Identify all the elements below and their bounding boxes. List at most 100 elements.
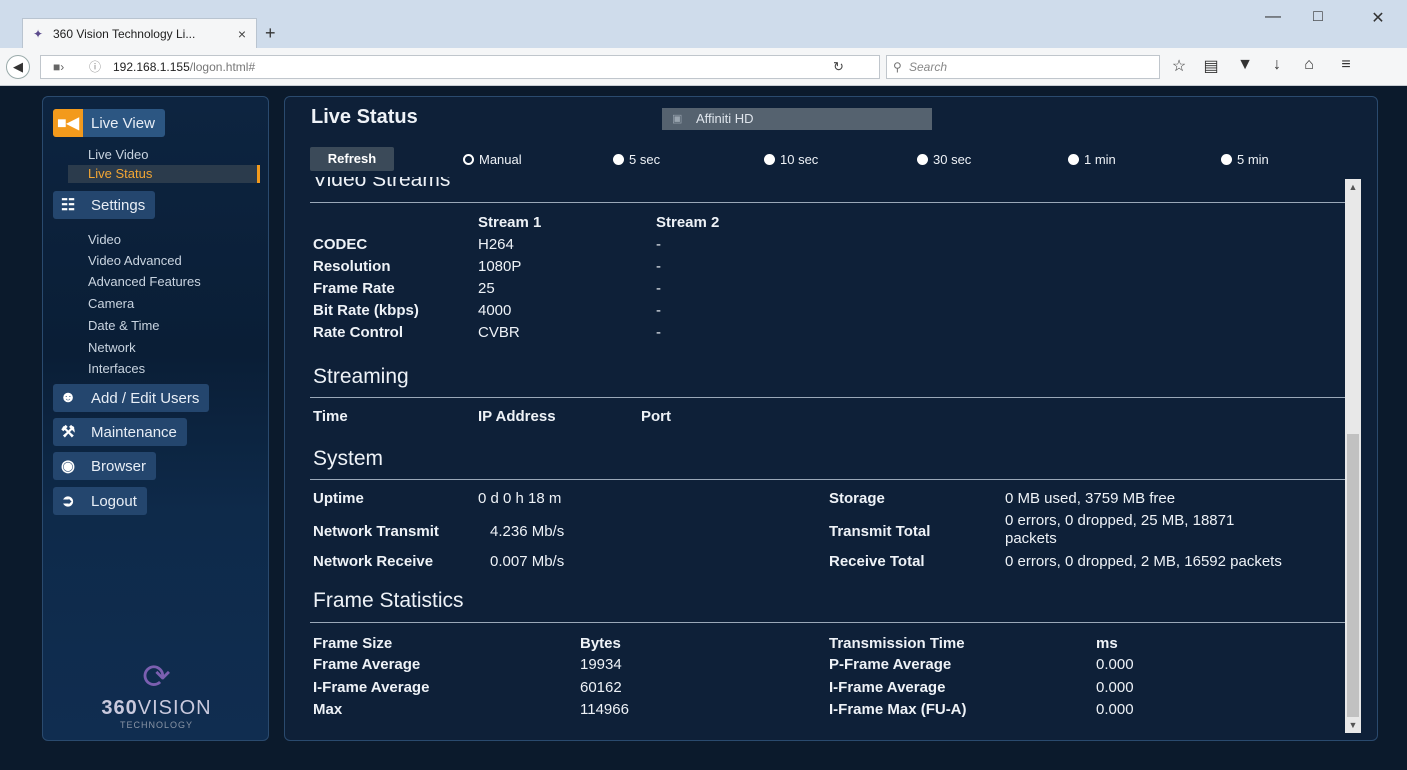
reading-list-icon[interactable]: ▤ [1200,56,1222,76]
radio-manual[interactable]: Manual [463,152,522,167]
streaming-col-time: Time [313,408,348,425]
bit-rate-s2: - [656,302,661,319]
tab-title: 360 Vision Technology Li... [53,26,196,41]
sidebar-item-video-advanced[interactable]: Video Advanced [88,253,182,268]
back-arrow-icon[interactable]: ◀ [6,55,30,79]
scroll-down-icon[interactable]: ▼ [1345,717,1361,733]
bookmark-star-icon[interactable]: ☆ [1168,56,1190,76]
codec-s1: H264 [478,236,514,253]
maintenance-button[interactable]: ⚒ Maintenance [53,418,187,446]
storage-value: 0 MB used, 3759 MB free [1005,490,1176,507]
sidebar: ■◀ Live View Live Video Live Status ☷ Se… [42,96,269,741]
streaming-heading: Streaming [313,365,409,388]
vertical-scrollbar[interactable]: ▲ ▼ [1345,179,1361,733]
radio-label: 1 min [1084,152,1116,167]
radio-10-sec[interactable]: 10 sec [764,152,818,167]
video-camera-icon: ■◀ [53,109,83,137]
info-icon[interactable]: ⓘ [89,56,101,78]
download-icon[interactable]: ↓ [1266,56,1288,74]
resolution-s2: - [656,258,661,275]
camera-selector[interactable]: ▣ Affiniti HD [662,108,932,130]
sidebar-item-interfaces[interactable]: Interfaces [88,361,145,376]
frame-rate-s2: - [656,280,661,297]
frame-size-label: Frame Size [313,635,393,652]
home-icon[interactable]: ⌂ [1298,56,1320,74]
i-frame-average-time-value: 0.000 [1096,679,1134,696]
logout-icon: ➲ [61,493,75,510]
receive-total-value: 0 errors, 0 dropped, 2 MB, 16592 packets [1005,553,1282,570]
main-panel: Live Status ▣ Affiniti HD Refresh Manual… [284,96,1378,741]
network-transmit-label: Network Transmit [313,523,439,540]
menu-icon[interactable]: ≡ [1335,56,1357,74]
page-title: Live Status [311,106,418,128]
stream2-header: Stream 2 [656,214,720,231]
radio-label: Manual [479,152,522,167]
radio-5-min[interactable]: 5 min [1221,152,1269,167]
transmit-total-label: Transmit Total [829,523,931,540]
pocket-icon[interactable]: ▼ [1234,56,1256,74]
browser-nav-bar: ◀ ■› ⓘ 192.168.1.155/logon.html# ↻ ⚲ Sea… [0,48,1407,86]
refresh-button[interactable]: Refresh [310,147,394,171]
live-view-button[interactable]: ■◀ Live View [53,109,165,137]
row-label-bit-rate: Bit Rate (kbps) [313,302,419,319]
divider [310,397,1345,398]
i-frame-average-value: 60162 [580,679,622,696]
radio-label: 5 min [1237,152,1269,167]
i-frame-max-label: I-Frame Max (FU-A) [829,701,967,718]
browser-tab-bar: ✦ 360 Vision Technology Li... × + — □ ✕ [0,0,1407,48]
tab-close-icon[interactable]: × [238,26,246,42]
scroll-thumb[interactable] [1347,434,1359,717]
radio-30-sec[interactable]: 30 sec [917,152,971,167]
divider [310,202,1345,203]
radio-selected-icon [463,154,474,165]
add-edit-users-button[interactable]: ☻ Add / Edit Users [53,384,210,412]
url-bar[interactable]: ■› ⓘ 192.168.1.155/logon.html# ↻ [40,55,880,79]
settings-button[interactable]: ☷ Settings [53,191,156,219]
reload-icon[interactable]: ↻ [833,56,844,78]
logout-label: Logout [91,492,137,510]
new-tab-button[interactable]: + [265,23,276,44]
radio-1-min[interactable]: 1 min [1068,152,1116,167]
minimize-icon[interactable]: — [1253,8,1293,26]
frame-statistics-heading: Frame Statistics [313,589,464,612]
search-icon: ⚲ [893,60,902,74]
sidebar-item-live-status[interactable]: Live Status [68,165,260,183]
sidebar-item-live-video[interactable]: Live Video [88,147,148,162]
sidebar-item-advanced-features[interactable]: Advanced Features [88,274,201,289]
status-content[interactable]: Video Streams Stream 1 Stream 2 CODEC H2… [310,177,1345,733]
browser-tab[interactable]: ✦ 360 Vision Technology Li... × [22,18,257,48]
sidebar-item-camera[interactable]: Camera [88,296,134,311]
scroll-up-icon[interactable]: ▲ [1345,179,1361,195]
settings-label: Settings [91,196,146,214]
i-frame-max-value: 0.000 [1096,701,1134,718]
radio-icon [1221,154,1232,165]
sidebar-item-network[interactable]: Network [88,340,136,355]
row-label-resolution: Resolution [313,258,391,275]
radio-label: 30 sec [933,152,972,167]
camera-name: Affiniti HD [696,111,754,126]
frame-size-unit: Bytes [580,635,621,652]
receive-total-label: Receive Total [829,553,925,570]
close-window-icon[interactable]: ✕ [1358,8,1398,28]
sliders-icon: ☷ [60,197,76,214]
p-frame-average-label: P-Frame Average [829,656,952,673]
radio-5-sec[interactable]: 5 sec [613,152,660,167]
maximize-icon[interactable]: □ [1298,8,1338,26]
search-input[interactable]: ⚲ Search [886,55,1160,79]
frame-rate-s1: 25 [478,280,495,297]
resolution-s1: 1080P [478,258,522,275]
page-info-icon: ■› [53,60,65,74]
streaming-col-port: Port [641,408,671,425]
sidebar-item-video[interactable]: Video [88,232,121,247]
search-placeholder: Search [909,60,948,74]
sidebar-item-date-time[interactable]: Date & Time [88,318,160,333]
radio-icon [1068,154,1079,165]
network-transmit-value: 4.236 Mb/s [490,523,565,540]
camera-icon: ▣ [672,113,683,125]
logout-button[interactable]: ➲ Logout [53,487,147,515]
frame-average-value: 19934 [580,656,622,673]
radio-label: 5 sec [629,152,661,167]
browser-button[interactable]: ◉ Browser [53,452,157,480]
logo-swirl-icon: ⟳ [142,658,171,696]
row-label-frame-rate: Frame Rate [313,280,395,297]
